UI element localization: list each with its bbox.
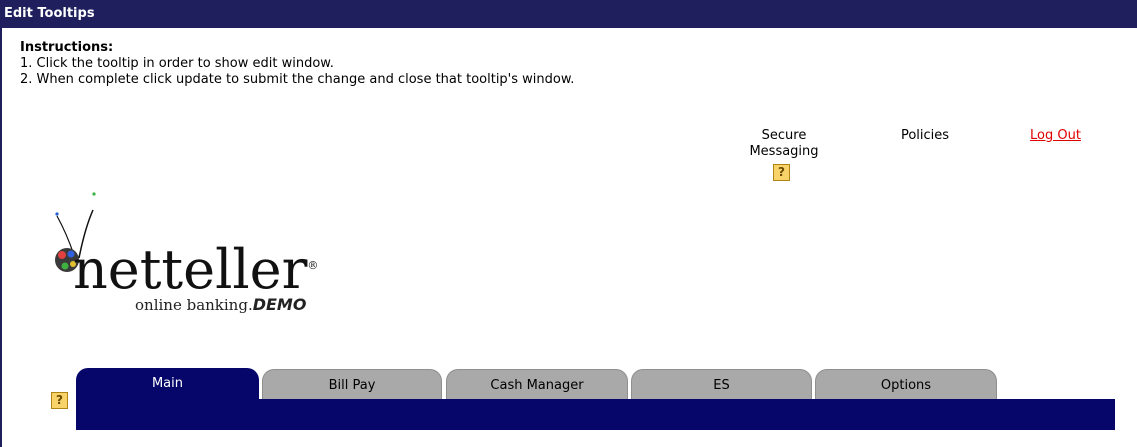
tab-cash-manager-label: Cash Manager: [490, 378, 584, 393]
tab-es[interactable]: ES: [631, 369, 812, 400]
instruction-step-2: 2. When complete click update to submit …: [20, 72, 575, 87]
window-title-bar: Edit Tooltips: [0, 0, 1137, 28]
nav-tab-bar: Main Bill Pay Cash Manager ES Options: [76, 368, 1115, 430]
policies-link[interactable]: Policies: [885, 128, 965, 144]
tabs-tooltip-icon[interactable]: ?: [51, 392, 68, 409]
logo-subtitle: online banking.DEMO: [135, 295, 307, 315]
window-title: Edit Tooltips: [4, 6, 95, 21]
instructions-block: Instructions: 1. Click the tooltip in or…: [20, 40, 574, 88]
secure-messaging-label-line2: Messaging: [749, 144, 819, 159]
logo-wordmark: netteller®: [73, 236, 318, 300]
tab-bill-pay[interactable]: Bill Pay: [262, 369, 442, 400]
logout-link[interactable]: Log Out: [1008, 128, 1103, 144]
registered-mark: ®: [307, 259, 319, 272]
secure-messaging-link[interactable]: Secure Messaging: [749, 128, 819, 160]
logo-subtitle-text: online banking.: [135, 296, 253, 314]
tab-options-label: Options: [880, 378, 932, 393]
tab-es-label: ES: [713, 378, 730, 393]
tab-main[interactable]: Main: [76, 368, 259, 399]
tab-bill-pay-label: Bill Pay: [328, 378, 376, 393]
instructions-title: Instructions:: [20, 40, 114, 55]
secure-messaging-tooltip-icon[interactable]: ?: [773, 164, 790, 181]
instruction-step-1: 1. Click the tooltip in order to show ed…: [20, 56, 334, 71]
logo-wordmark-text: netteller: [73, 238, 308, 301]
tab-content-strip: [76, 399, 1115, 430]
tab-options[interactable]: Options: [815, 369, 997, 400]
netteller-logo: netteller® online banking.DEMO: [45, 188, 345, 318]
logo-demo-text: DEMO: [252, 295, 307, 314]
tab-main-label: Main: [151, 376, 184, 391]
tab-cash-manager[interactable]: Cash Manager: [446, 369, 628, 400]
secure-messaging-label-line1: Secure: [761, 128, 807, 143]
